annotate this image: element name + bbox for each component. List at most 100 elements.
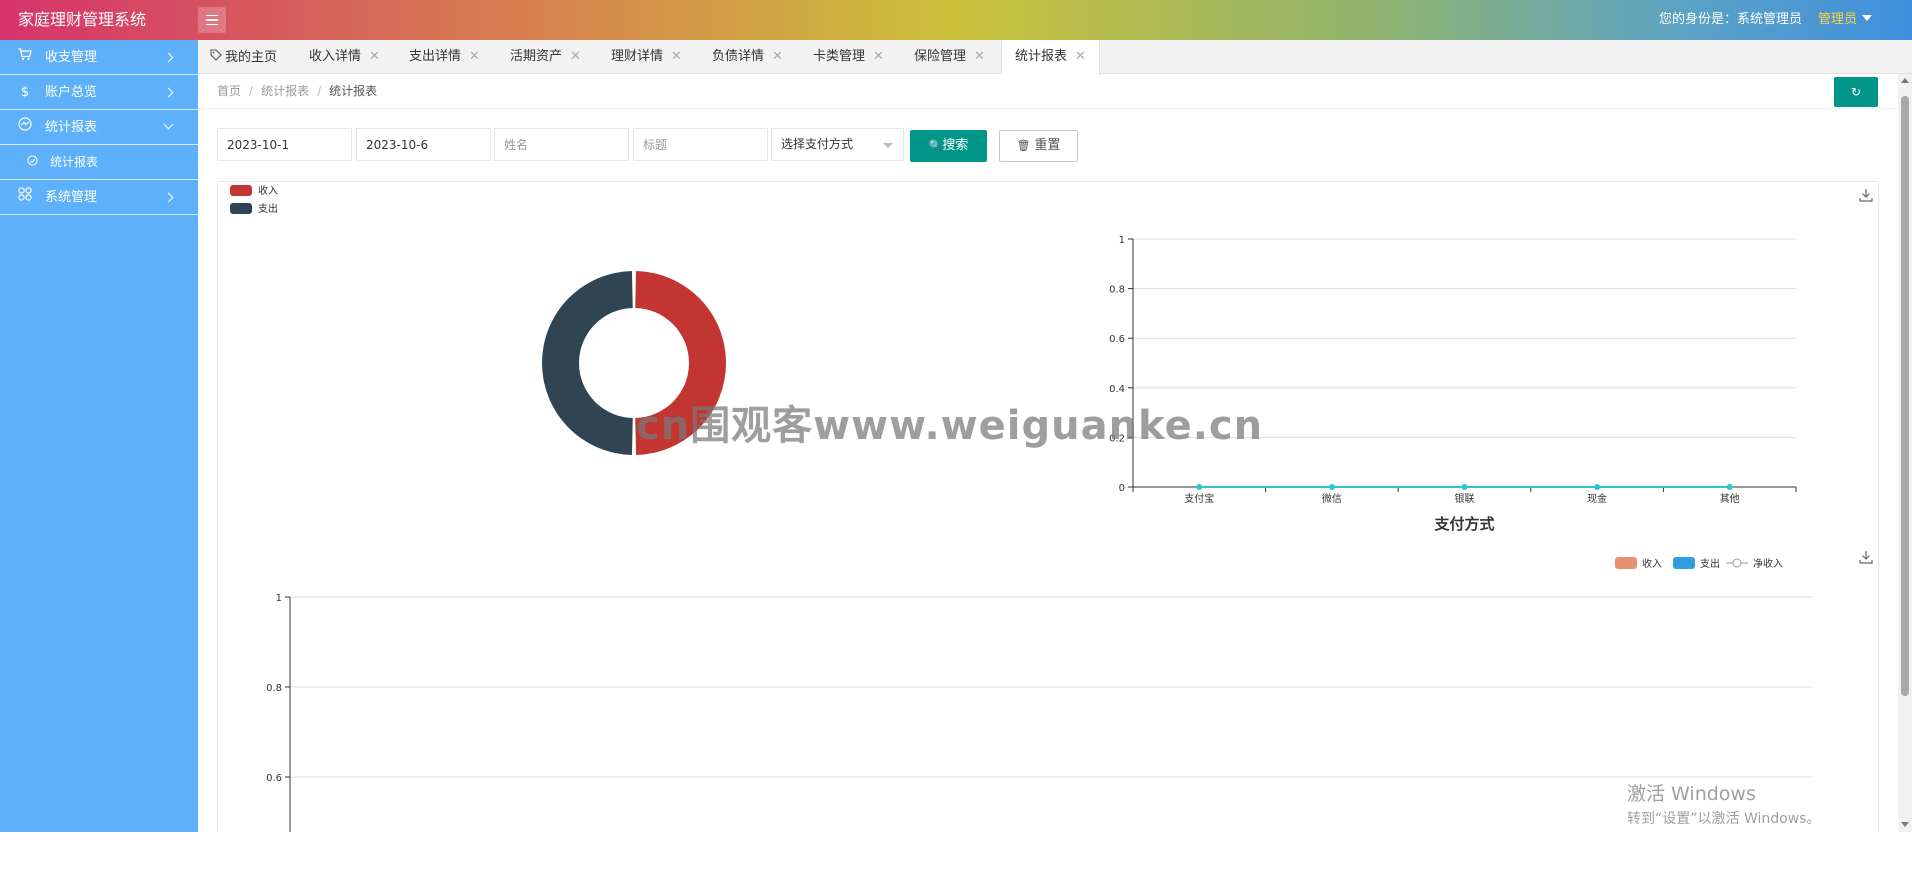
tab-label: 理财详情 xyxy=(611,49,664,64)
search-button[interactable]: 🔍搜索 xyxy=(910,130,987,162)
legend-swatch xyxy=(230,185,252,196)
search-button-label: 搜索 xyxy=(942,138,969,153)
chevron-right-icon xyxy=(163,52,174,63)
sidebar-item-system[interactable]: 系统管理 xyxy=(0,180,198,215)
close-icon[interactable]: ✕ xyxy=(772,49,783,64)
y-tick-label: 0.6 xyxy=(1109,334,1125,345)
tag-icon xyxy=(210,40,222,74)
tab-income-detail[interactable]: 收入详情 ✕ xyxy=(309,40,380,74)
charts-svg: 收入支出00.20.40.60.81支付宝 微信 银联 现金 其他支付方式收入 支出 净收入… xyxy=(230,184,1812,861)
data-point xyxy=(1461,484,1468,490)
legend-label: 收入 xyxy=(1642,557,1662,570)
refresh-button[interactable]: ↻ xyxy=(1834,77,1878,107)
close-icon[interactable]: ✕ xyxy=(974,49,985,64)
scroll-thumb[interactable] xyxy=(1901,96,1909,696)
data-point xyxy=(1328,484,1335,490)
tab-finance-detail[interactable]: 理财详情 ✕ xyxy=(611,40,682,74)
x-tick-label: 微信 xyxy=(1322,492,1342,505)
close-icon[interactable]: ✕ xyxy=(1075,49,1086,64)
tab-card-manage[interactable]: 卡类管理 ✕ xyxy=(813,40,884,74)
breadcrumb: 首页 / 统计报表 / 统计报表 xyxy=(217,74,377,108)
chevron-right-icon xyxy=(163,192,174,203)
tab-label: 活期资产 xyxy=(510,49,563,64)
name-input[interactable] xyxy=(494,128,629,161)
sidebar-item-label: 统计报表 xyxy=(45,120,98,135)
tab-label: 我的主页 xyxy=(225,50,278,65)
close-icon[interactable]: ✕ xyxy=(873,49,884,64)
close-icon[interactable]: ✕ xyxy=(369,49,380,64)
legend-label: 支出 xyxy=(258,202,278,215)
close-icon[interactable]: ✕ xyxy=(469,49,480,64)
tab-home[interactable]: 我的主页 xyxy=(210,40,277,74)
tab-label: 卡类管理 xyxy=(813,49,866,64)
menu-toggle-button[interactable] xyxy=(198,7,226,33)
top-header: 家庭理财管理系统 您的身份是：系统管理员 管理员 xyxy=(0,0,1912,40)
y-tick-label: 0.2 xyxy=(1109,433,1125,444)
sidebar-item-label: 收支管理 xyxy=(45,50,98,65)
breadcrumb-parent[interactable]: 统计报表 xyxy=(261,84,309,98)
caret-down-icon xyxy=(1862,15,1872,21)
tab-expense-detail[interactable]: 支出详情 ✕ xyxy=(409,40,480,74)
close-icon[interactable]: ✕ xyxy=(570,49,581,64)
tab-label: 收入详情 xyxy=(309,49,362,64)
download-icon[interactable] xyxy=(1858,187,1874,203)
tab-current-assets[interactable]: 活期资产 ✕ xyxy=(510,40,581,74)
tab-label: 保险管理 xyxy=(914,49,967,64)
download-icon[interactable] xyxy=(1858,549,1874,565)
tab-statistics-report[interactable]: 统计报表 ✕ xyxy=(1001,40,1100,75)
payment-method-select[interactable]: 选择支付方式 xyxy=(771,128,904,161)
sidebar-subitem-reports[interactable]: 统计报表 xyxy=(0,145,198,180)
y-tick-label: 0 xyxy=(1119,483,1125,494)
breadcrumb-separator: / xyxy=(317,84,322,98)
legend-swatch xyxy=(1615,557,1637,569)
x-axis-title: 支付方式 xyxy=(1433,515,1494,533)
grid-icon xyxy=(17,180,33,215)
divider xyxy=(198,108,1898,109)
title-input[interactable] xyxy=(633,128,768,161)
close-icon[interactable]: ✕ xyxy=(671,49,682,64)
data-point xyxy=(1726,484,1733,490)
y-tick-label: 0.8 xyxy=(266,683,282,694)
tab-debt-detail[interactable]: 负债详情 ✕ xyxy=(712,40,783,74)
sidebar-item-accounts[interactable]: $ 账户总览 xyxy=(0,75,198,110)
end-date-input[interactable] xyxy=(356,128,491,161)
y-tick-label: 0.8 xyxy=(1109,285,1125,296)
y-tick-label: 0.4 xyxy=(1109,384,1125,395)
app-title: 家庭理财管理系统 xyxy=(18,10,147,29)
data-point xyxy=(1196,484,1203,490)
bottom-margin xyxy=(0,832,1912,871)
start-date-input[interactable] xyxy=(217,128,352,161)
hamburger-icon xyxy=(206,14,218,17)
y-tick-label: 1 xyxy=(276,593,282,604)
x-tick-label: 银联 xyxy=(1455,492,1475,505)
tab-label: 负债详情 xyxy=(712,49,765,64)
vertical-scrollbar[interactable] xyxy=(1898,74,1912,832)
user-menu[interactable]: 管理员 xyxy=(1818,0,1872,40)
dollar-icon: $ xyxy=(20,85,30,100)
select-value: 选择支付方式 xyxy=(781,137,854,151)
legend-label: 支出 xyxy=(1700,557,1720,570)
sidebar-item-label: 账户总览 xyxy=(45,85,98,100)
cart-icon xyxy=(17,40,33,75)
legend-swatch xyxy=(1673,557,1695,569)
trash-icon: 🗑 xyxy=(1016,139,1031,152)
x-tick-label: 其他 xyxy=(1720,492,1740,505)
breadcrumb-home[interactable]: 首页 xyxy=(217,84,241,98)
tab-label: 支出详情 xyxy=(409,49,462,64)
tab-insurance-manage[interactable]: 保险管理 ✕ xyxy=(914,40,985,74)
pie-slice xyxy=(635,271,726,455)
app-root: 家庭理财管理系统 您的身份是：系统管理员 管理员 收支管理 $ 账户总览 统计报… xyxy=(0,0,1912,871)
chart-panel: 收入 支出 0 0.2 0.4 0.6 0.8 1 支付宝 微信 银联 现金 其他 支付方式 收入 支出 净收入… xyxy=(217,181,1879,861)
hamburger-icon xyxy=(206,23,218,26)
hamburger-icon xyxy=(206,19,218,21)
sidebar: 收支管理 $ 账户总览 统计报表 统计报表 系统管理 xyxy=(0,40,198,832)
caret-down-icon xyxy=(883,143,893,148)
scroll-up-arrow-icon[interactable] xyxy=(1901,78,1909,83)
sidebar-item-income-expense[interactable]: 收支管理 xyxy=(0,40,198,75)
reset-button[interactable]: 🗑 重置 xyxy=(999,130,1078,162)
sidebar-item-reports[interactable]: 统计报表 xyxy=(0,110,198,145)
breadcrumb-separator: / xyxy=(249,84,254,98)
legend-label: 收入 xyxy=(258,184,278,197)
tab-bar: 我的主页 收入详情 ✕ 支出详情 ✕ 活期资产 ✕ 理财详情 ✕ 负债详情 ✕ 卡类管理 ✕… xyxy=(198,40,1912,75)
scroll-down-arrow-icon[interactable] xyxy=(1901,822,1909,827)
